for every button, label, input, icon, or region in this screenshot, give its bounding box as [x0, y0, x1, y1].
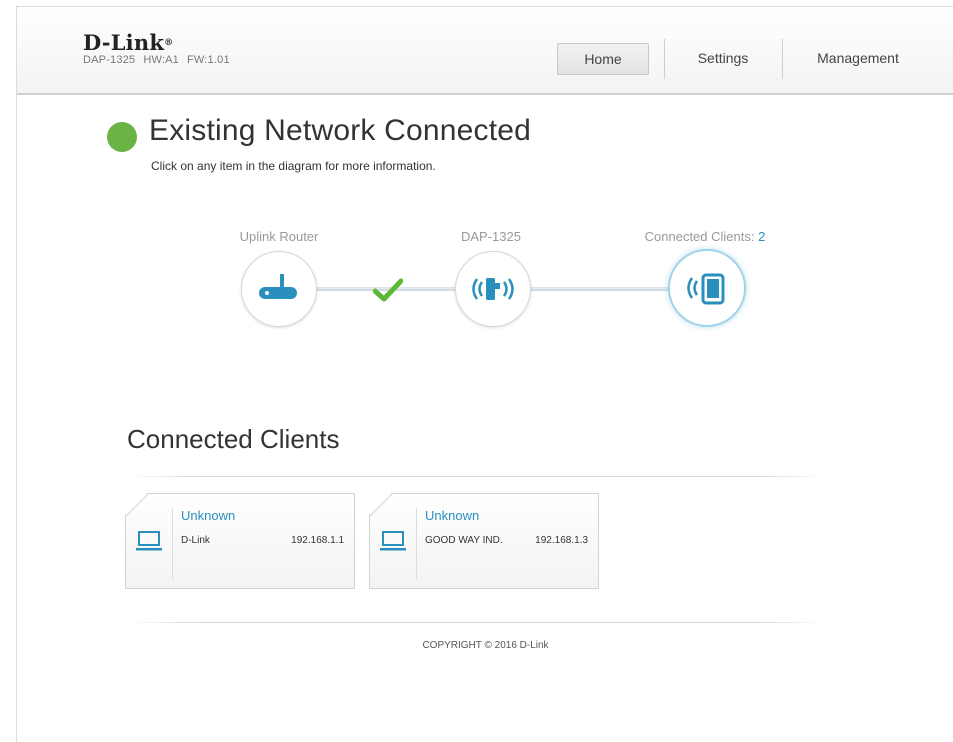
uplink-router-label: Uplink Router — [239, 229, 319, 244]
client-vendor: D-Link — [181, 535, 210, 546]
device-info: DAP-1325 HW:A1 FW:1.01 — [83, 54, 238, 66]
logo-registered-mark: ® — [164, 38, 174, 48]
device-node[interactable] — [455, 251, 531, 327]
client-ip: 192.168.1.3 — [535, 535, 588, 546]
connected-clients-text: Connected Clients: — [644, 229, 755, 244]
fw-text: FW:1.01 — [187, 54, 230, 66]
laptop-icon — [136, 531, 162, 551]
nav-management-button[interactable]: Management — [793, 43, 923, 73]
connected-clients-label: Connected Clients: 2 — [615, 229, 795, 244]
client-ip: 192.168.1.1 — [291, 535, 344, 546]
tablet-wireless-icon — [687, 273, 725, 305]
client-card[interactable]: Unknown D-Link 192.168.1.1 — [125, 493, 355, 589]
section-divider — [127, 476, 827, 477]
status-title: Existing Network Connected — [149, 114, 532, 147]
copyright-text: COPYRIGHT © 2016 D-Link — [422, 640, 549, 651]
client-name: Unknown — [181, 508, 236, 523]
router-icon — [259, 274, 297, 299]
connected-clients-node[interactable] — [668, 249, 746, 327]
logo-text: D-Link — [83, 30, 165, 55]
header: D-Link® DAP-1325 HW:A1 FW:1.01 Home Settin… — [17, 7, 953, 95]
connected-clients-count: 2 — [758, 229, 766, 244]
connected-clients-heading: Connected Clients — [127, 424, 340, 454]
dlink-logo: D-Link® DAP-1325 HW:A1 FW:1.01 — [83, 30, 238, 66]
nav-home-button[interactable]: Home — [557, 43, 649, 75]
card-divider — [172, 508, 173, 580]
client-card[interactable]: Unknown GOOD WAY IND. 192.168.1.3 — [369, 493, 599, 589]
laptop-icon — [380, 531, 406, 551]
status-indicator — [107, 122, 137, 152]
client-name: Unknown — [425, 508, 480, 523]
device-label: DAP-1325 — [461, 229, 521, 244]
connection-line-clients — [529, 287, 671, 291]
extender-icon — [472, 278, 514, 300]
connected-check-icon — [373, 278, 403, 302]
footer-divider — [127, 622, 827, 623]
card-corner — [370, 494, 393, 517]
card-corner — [126, 494, 149, 517]
client-vendor: GOOD WAY IND. — [425, 535, 503, 546]
hw-text: HW:A1 — [143, 54, 179, 66]
model-text: DAP-1325 — [83, 54, 136, 66]
card-divider — [416, 508, 417, 580]
page: D-Link® DAP-1325 HW:A1 FW:1.01 Home Settin… — [16, 6, 953, 742]
nav-settings-button[interactable]: Settings — [673, 43, 773, 73]
uplink-router-node[interactable] — [241, 251, 317, 327]
nav-divider — [664, 39, 665, 79]
nav-divider — [782, 39, 783, 79]
status-subtitle: Click on any item in the diagram for mor… — [151, 159, 436, 173]
